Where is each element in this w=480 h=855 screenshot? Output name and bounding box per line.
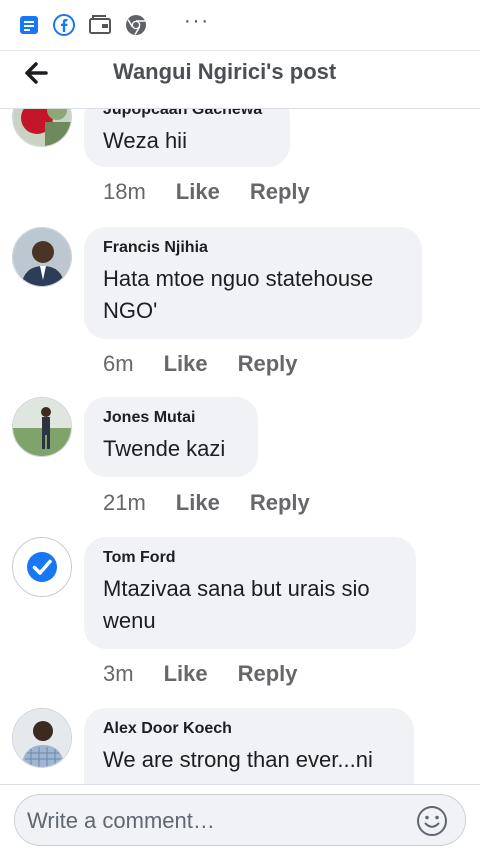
like-button[interactable]: Like — [164, 351, 208, 377]
comment-actions: 6m Like Reply — [103, 351, 298, 377]
comment-bubble[interactable]: Jupopcaan Gachewa Weza hii — [84, 109, 290, 167]
like-button[interactable]: Like — [164, 661, 208, 687]
messages-icon[interactable] — [17, 13, 41, 37]
comment-time: 3m — [103, 661, 134, 686]
avatar[interactable] — [12, 109, 72, 147]
status-bar: ··· — [0, 0, 480, 51]
smiley-icon[interactable] — [415, 804, 449, 838]
comment-bubble[interactable]: Alex Door Koech We are strong than ever.… — [84, 708, 414, 784]
comment-text: Weza hii — [103, 128, 187, 153]
comment-actions: 21m Like Reply — [103, 490, 310, 516]
comment-input[interactable] — [25, 803, 399, 839]
comment-actions: 18m Like Reply — [103, 179, 310, 205]
wallet-icon[interactable] — [88, 13, 112, 37]
commenter-name[interactable]: Jupopcaan Gachewa — [103, 109, 272, 119]
avatar[interactable] — [12, 397, 72, 457]
commenter-name[interactable]: Francis Njihia — [103, 239, 404, 257]
reply-button[interactable]: Reply — [250, 490, 310, 516]
comment-actions: 3m Like Reply — [103, 661, 298, 687]
commenter-name[interactable]: Alex Door Koech — [103, 720, 396, 738]
comment-time: 21m — [103, 490, 146, 515]
comment-text: Mtazivaa sana but urais sio wenu — [103, 576, 370, 633]
comment-input-container[interactable] — [14, 794, 466, 846]
comment-bubble[interactable]: Jones Mutai Twende kazi — [84, 397, 258, 477]
reply-button[interactable]: Reply — [250, 179, 310, 205]
comment-text: Hata mtoe nguo statehouse NGO' — [103, 266, 374, 323]
comment-bubble[interactable]: Francis Njihia Hata mtoe nguo statehouse… — [84, 227, 422, 339]
like-button[interactable]: Like — [176, 490, 220, 516]
post-header: Wangui Ngirici's post — [0, 51, 480, 109]
comment-text: Twende kazi — [103, 436, 226, 461]
like-button[interactable]: Like — [176, 179, 220, 205]
comment-text: We are strong than ever...ni — [103, 747, 373, 772]
comments-list[interactable]: Jupopcaan Gachewa Weza hii 18m Like Reply … — [0, 109, 480, 784]
more-notifications-icon: ··· — [184, 10, 210, 32]
comment-time: 6m — [103, 351, 134, 376]
commenter-name[interactable]: Tom Ford — [103, 549, 398, 567]
facebook-icon[interactable] — [52, 13, 76, 37]
comment-bubble[interactable]: Tom Ford Mtazivaa sana but urais sio wen… — [84, 537, 416, 649]
avatar[interactable] — [12, 708, 72, 768]
avatar[interactable] — [12, 227, 72, 287]
comment-composer — [0, 784, 480, 855]
reply-button[interactable]: Reply — [238, 661, 298, 687]
arrow-left-icon[interactable] — [20, 57, 52, 89]
page-title: Wangui Ngirici's post — [113, 59, 337, 84]
commenter-name[interactable]: Jones Mutai — [103, 409, 240, 427]
chrome-icon[interactable] — [124, 13, 148, 37]
avatar[interactable] — [12, 537, 72, 597]
comment-time: 18m — [103, 179, 146, 204]
reply-button[interactable]: Reply — [238, 351, 298, 377]
